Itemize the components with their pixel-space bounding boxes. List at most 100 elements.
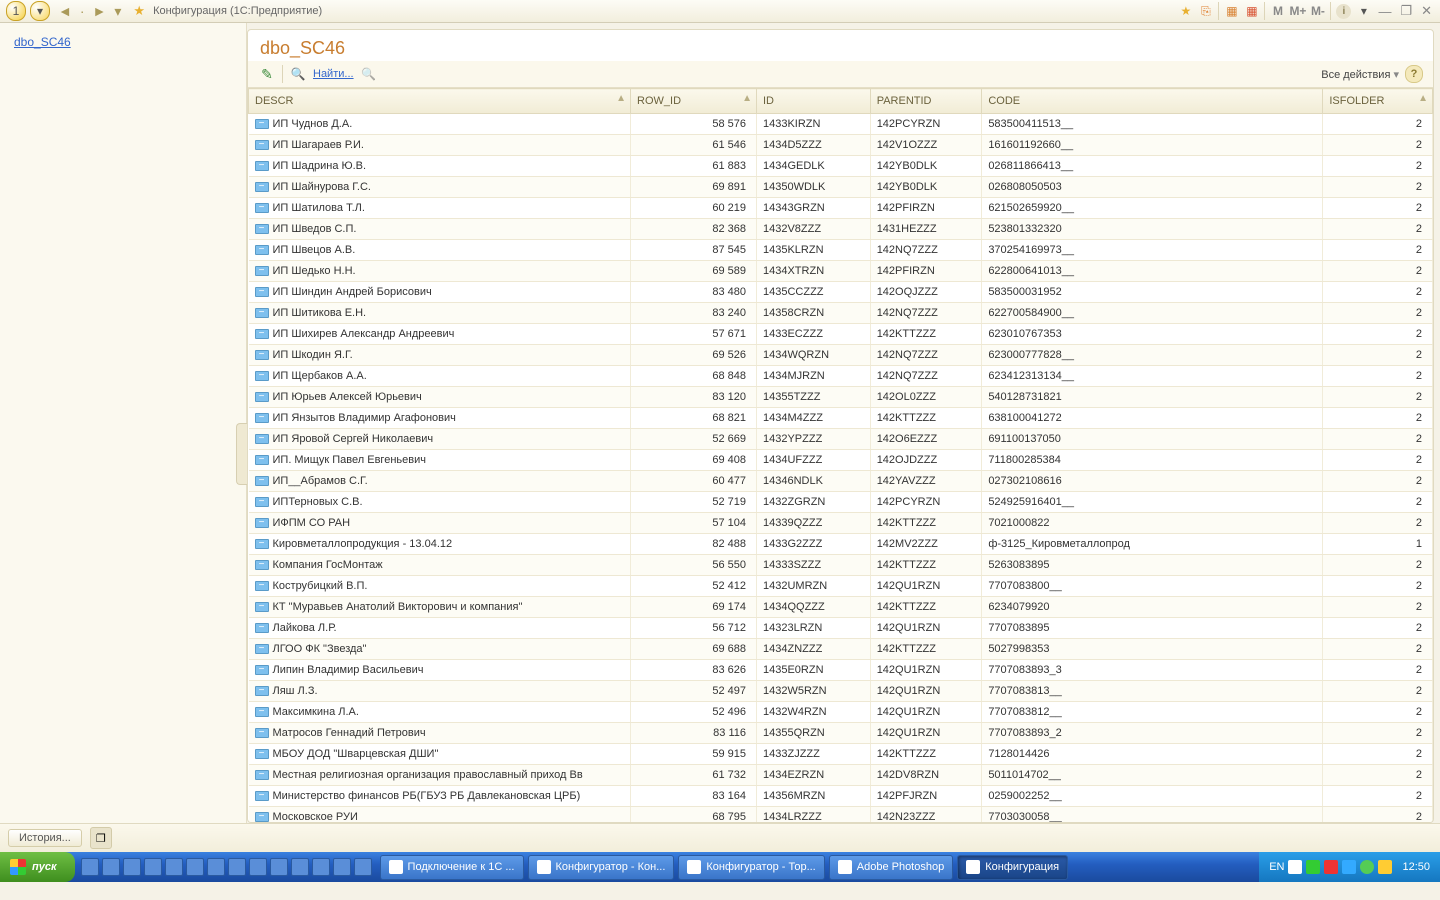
table-row[interactable]: ИПТерновых С.В.52 7191432ZGRZN142PCYRZN5…	[249, 492, 1433, 513]
table-row[interactable]: ИП Янзытов Владимир Агафонович68 8211434…	[249, 408, 1433, 429]
table-row[interactable]: ИФПМ СО РАН57 10414339QZZZ142KTTZZZ70210…	[249, 513, 1433, 534]
table-row[interactable]: Кировметаллопродукция - 13.04.1282 48814…	[249, 534, 1433, 555]
table-row[interactable]: ИП Юрьев Алексей Юрьевич83 12014355TZZZ1…	[249, 387, 1433, 408]
mminus-button[interactable]: M-	[1310, 4, 1325, 19]
all-actions-menu[interactable]: Все действия	[1321, 68, 1399, 81]
search-icon[interactable]	[289, 65, 307, 83]
table-row[interactable]: Местная религиозная организация правосла…	[249, 765, 1433, 786]
mplus-button[interactable]: M+	[1290, 4, 1305, 19]
table-row[interactable]: ИП Шайнурова Г.С.69 89114350WDLK142YB0DL…	[249, 177, 1433, 198]
table-row[interactable]: ИП Шихирев Александр Андреевич57 6711433…	[249, 324, 1433, 345]
tray-icon[interactable]	[1288, 860, 1302, 874]
table-row[interactable]: ИП Шкодин Я.Г.69 5261434WQRZN142NQ7ZZZ62…	[249, 345, 1433, 366]
app-menu-icon[interactable]: 1	[6, 1, 26, 21]
col-code[interactable]: CODE	[982, 89, 1323, 114]
taskbar-task[interactable]: Подключение к 1С ...	[380, 855, 524, 880]
lang-indicator[interactable]: EN	[1269, 861, 1284, 873]
table-row[interactable]: ИП Щербаков А.А.68 8481434MJRZN142NQ7ZZZ…	[249, 366, 1433, 387]
ql-icon[interactable]	[186, 858, 204, 876]
sidebar-collapse-handle[interactable]	[236, 423, 247, 485]
taskbar-task[interactable]: Adobe Photoshop	[829, 855, 953, 880]
start-button[interactable]: пуск	[0, 852, 75, 882]
clear-search-icon[interactable]	[360, 65, 378, 83]
tray-icon[interactable]	[1306, 860, 1320, 874]
table-row[interactable]: ИП__Абрамов С.Г.60 47714346NDLK142YAVZZZ…	[249, 471, 1433, 492]
table-row[interactable]: ИП Чуднов Д.А.58 5761433KIRZN142PCYRZN58…	[249, 114, 1433, 135]
col-rowid[interactable]: ROW_ID▲	[631, 89, 757, 114]
tray-icon[interactable]	[1324, 860, 1338, 874]
ql-icon[interactable]	[270, 858, 288, 876]
ql-icon[interactable]	[228, 858, 246, 876]
m-button[interactable]: M	[1270, 4, 1285, 19]
tray-icon[interactable]	[1378, 860, 1392, 874]
table-row[interactable]: ИП Швецов А.В.87 5451435KLRZN142NQ7ZZZ37…	[249, 240, 1433, 261]
ql-icon[interactable]	[354, 858, 372, 876]
calc-icon[interactable]: ▦	[1224, 4, 1239, 19]
table-row[interactable]: Матросов Геннадий Петрович83 11614355QRZ…	[249, 723, 1433, 744]
help-icon[interactable]: ?	[1405, 65, 1423, 83]
ql-icon[interactable]	[102, 858, 120, 876]
col-id[interactable]: ID	[757, 89, 871, 114]
col-descr[interactable]: DESCR▲	[249, 89, 631, 114]
taskbar-task[interactable]: Конфигурация	[957, 855, 1068, 880]
data-grid[interactable]: DESCR▲ ROW_ID▲ ID PARENTID CODE ISFOLDER…	[248, 88, 1433, 822]
minimize-button[interactable]: —	[1376, 4, 1393, 19]
table-row[interactable]: Кострубицкий В.П.52 4121432UMRZN142QU1RZ…	[249, 576, 1433, 597]
table-row[interactable]: ИП Шитикова Е.Н.83 24014358CRZN142NQ7ZZZ…	[249, 303, 1433, 324]
table-row[interactable]: КТ "Муравьев Анатолий Викторович и компа…	[249, 597, 1433, 618]
sidebar-link-dbo[interactable]: dbo_SC46	[0, 33, 246, 51]
table-row[interactable]: Ляш Л.З.52 4971432W5RZN142QU1RZN77070838…	[249, 681, 1433, 702]
tray-icon[interactable]	[1342, 860, 1356, 874]
nav-fwd-icon[interactable]: ►	[89, 3, 111, 19]
table-row[interactable]: ИП Шедько Н.Н.69 5891434XTRZN142PFIRZN62…	[249, 261, 1433, 282]
taskbar-task[interactable]: Конфигуратор - Тор...	[678, 855, 824, 880]
table-row[interactable]: Лайкова Л.Р.56 71214323LRZN142QU1RZN7707…	[249, 618, 1433, 639]
ql-icon[interactable]	[207, 858, 225, 876]
table-row[interactable]: ЛГОО ФК "Звезда"69 6881434ZNZZZ142KTTZZZ…	[249, 639, 1433, 660]
windows-list-icon[interactable]: ❐	[90, 827, 112, 849]
link-icon[interactable]: ⎘	[1198, 4, 1213, 19]
table-row[interactable]: ИП Шадрина Ю.В.61 8831434GEDLK142YB0DLK0…	[249, 156, 1433, 177]
ql-icon[interactable]	[333, 858, 351, 876]
item-icon	[255, 518, 269, 528]
table-row[interactable]: ИП Шатилова Т.Л.60 21914343GRZN142PFIRZN…	[249, 198, 1433, 219]
taskbar-task[interactable]: Конфигуратор - Кон...	[528, 855, 675, 880]
close-button[interactable]: ✕	[1419, 3, 1434, 19]
ql-icon[interactable]	[165, 858, 183, 876]
history-button[interactable]: История...	[8, 829, 82, 847]
table-row[interactable]: Министерство финансов РБ(ГБУЗ РБ Давлека…	[249, 786, 1433, 807]
table-row[interactable]: МБОУ ДОД "Шварцевская ДШИ"59 9151433ZJZZ…	[249, 744, 1433, 765]
edit-icon[interactable]	[258, 65, 276, 83]
table-row[interactable]: Максимкина Л.А.52 4961432W4RZN142QU1RZN7…	[249, 702, 1433, 723]
table-row[interactable]: ИП Шведов С.П.82 3681432V8ZZZ1431HEZZZ52…	[249, 219, 1433, 240]
table-row[interactable]: ИП Шагараев Р.И.61 5461434D5ZZZ142V1OZZZ…	[249, 135, 1433, 156]
clock[interactable]: 12:50	[1402, 861, 1430, 873]
table-row[interactable]: ИП. Мищук Павел Евгеньевич69 4081434UFZZ…	[249, 450, 1433, 471]
nav-drop-icon[interactable]: ▾	[110, 3, 125, 20]
ql-icon[interactable]	[312, 858, 330, 876]
info-icon[interactable]: i	[1336, 4, 1351, 19]
ql-icon[interactable]	[123, 858, 141, 876]
tray-icon[interactable]	[1360, 860, 1374, 874]
ql-icon[interactable]	[249, 858, 267, 876]
table-row[interactable]: Московское РУИ68 7951434LRZZZ142N23ZZZ77…	[249, 807, 1433, 823]
table-row[interactable]: ИП Яровой Сергей Николаевич52 6691432YPZ…	[249, 429, 1433, 450]
maximize-button[interactable]: ❐	[1398, 3, 1414, 19]
favorites-icon[interactable]: ★	[133, 3, 145, 19]
ql-icon[interactable]	[144, 858, 162, 876]
info-drop-icon[interactable]: ▾	[1356, 4, 1371, 19]
col-isfolder[interactable]: ISFOLDER▲	[1323, 89, 1433, 114]
item-icon	[255, 707, 269, 717]
table-row[interactable]: Компания ГосМонтаж56 55014333SZZZ142KTTZ…	[249, 555, 1433, 576]
nav-back-icon[interactable]: ◄	[54, 3, 76, 19]
ql-icon[interactable]	[291, 858, 309, 876]
table-row[interactable]: Липин Владимир Васильевич83 6261435E0RZN…	[249, 660, 1433, 681]
fav-add-icon[interactable]: ★	[1178, 4, 1193, 19]
app-dropdown-icon[interactable]: ▾	[30, 1, 50, 21]
ql-icon[interactable]	[81, 858, 99, 876]
item-icon	[255, 728, 269, 738]
col-parentid[interactable]: PARENTID	[870, 89, 982, 114]
table-row[interactable]: ИП Шиндин Андрей Борисович83 4801435CCZZ…	[249, 282, 1433, 303]
find-button[interactable]: Найти...	[313, 68, 354, 80]
calendar-icon[interactable]: ▦	[1244, 4, 1259, 19]
